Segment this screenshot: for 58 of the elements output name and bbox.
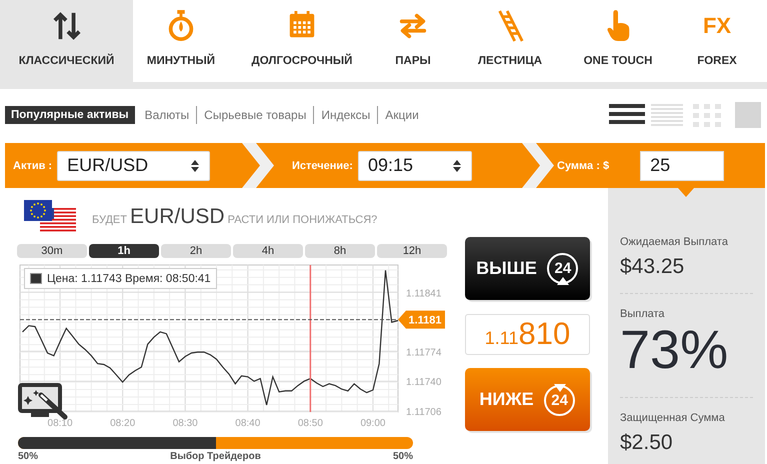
- fx-logo: FX: [702, 12, 732, 40]
- percent-label: 50%: [392, 451, 413, 462]
- legend-text: Цена: 1.11743 Время: 08:50:41: [47, 272, 211, 284]
- timeframe-tab[interactable]: 30m: [17, 244, 87, 258]
- timeframe-tab[interactable]: 2h: [161, 244, 231, 258]
- round-24-badge: 24: [546, 252, 579, 284]
- payout-value: 73%: [620, 321, 730, 379]
- asset-label: Актив :: [13, 160, 52, 172]
- axis-label: 08:40: [235, 418, 260, 429]
- payout-label: Защищенная Сумма: [620, 412, 726, 425]
- payout-value: $2.50: [620, 431, 674, 455]
- sort-caret-icon: [190, 158, 200, 172]
- axis-label: 09:00: [360, 418, 386, 429]
- category-tab[interactable]: Сырьевые товары: [196, 106, 314, 124]
- axis-label: 08:20: [110, 418, 136, 429]
- percent-label: 50%: [18, 451, 38, 462]
- axis-label: 1.11740: [406, 377, 442, 388]
- question-text: БУДЕТ EUR/USD РАСТИ ИЛИ ПОНИЖАТЬСЯ?: [92, 205, 378, 229]
- product-tab[interactable]: ЛЕСТНИЦА: [451, 0, 569, 82]
- category-tab[interactable]: Валюты: [138, 106, 196, 124]
- product-tab[interactable]: FX FOREX: [667, 0, 767, 82]
- axis-label: 08:10: [48, 418, 73, 429]
- category-tab[interactable]: Индексы: [313, 106, 378, 124]
- strike-price: 1.11810: [465, 314, 590, 355]
- stopwatch-icon: [166, 9, 196, 43]
- product-tab[interactable]: МИНУТНЫЙ: [133, 0, 229, 82]
- amount-label: Сумма : $: [557, 160, 610, 172]
- axis-label: 08:30: [172, 418, 198, 429]
- chevron-divider: [240, 143, 275, 188]
- payout-label: Ожидаемая Выплата: [620, 236, 729, 249]
- amount-input[interactable]: 25: [640, 150, 724, 180]
- higher-button[interactable]: ВЫШЕ 24: [465, 237, 590, 300]
- round-24-badge: 24: [544, 384, 576, 416]
- product-tab[interactable]: КЛАССИЧЕСКИЙ: [0, 0, 133, 82]
- axis-label: 1.11706: [406, 407, 442, 418]
- timeframe-tab[interactable]: 12h: [377, 244, 447, 258]
- price-tag: 1.1181: [398, 310, 445, 329]
- axis-label: 1.11774: [406, 347, 442, 358]
- timeframe-tab[interactable]: 1h: [89, 244, 159, 258]
- sort-caret-icon: [452, 158, 462, 172]
- asset-select[interactable]: EUR/USD: [57, 150, 210, 180]
- axis-label: 1.11841: [406, 288, 442, 300]
- ref-line-label: 1.1181: [408, 314, 442, 327]
- category-tab[interactable]: Акции: [377, 106, 426, 124]
- payout-label: Выплата: [620, 308, 666, 321]
- product-tab[interactable]: ONE TOUCH: [569, 0, 667, 82]
- legend-swatch-icon: [30, 273, 42, 284]
- category-tab[interactable]: Популярные активы: [5, 106, 135, 124]
- axis-label: 08:50: [298, 418, 323, 429]
- payout-value: $43.25: [620, 255, 686, 279]
- traders-title: Выбор Трейдеров: [170, 451, 261, 462]
- expiry-select[interactable]: 09:15: [358, 150, 472, 180]
- product-tab[interactable]: ДОЛГОСРОЧНЫЙ: [229, 0, 375, 82]
- product-tab[interactable]: ПАРЫ: [375, 0, 451, 82]
- expiry-label: Истечение:: [292, 160, 353, 172]
- chevron-divider: [520, 143, 555, 188]
- timeframe-tab[interactable]: 8h: [305, 244, 375, 258]
- timeframe-tab[interactable]: 4h: [233, 244, 303, 258]
